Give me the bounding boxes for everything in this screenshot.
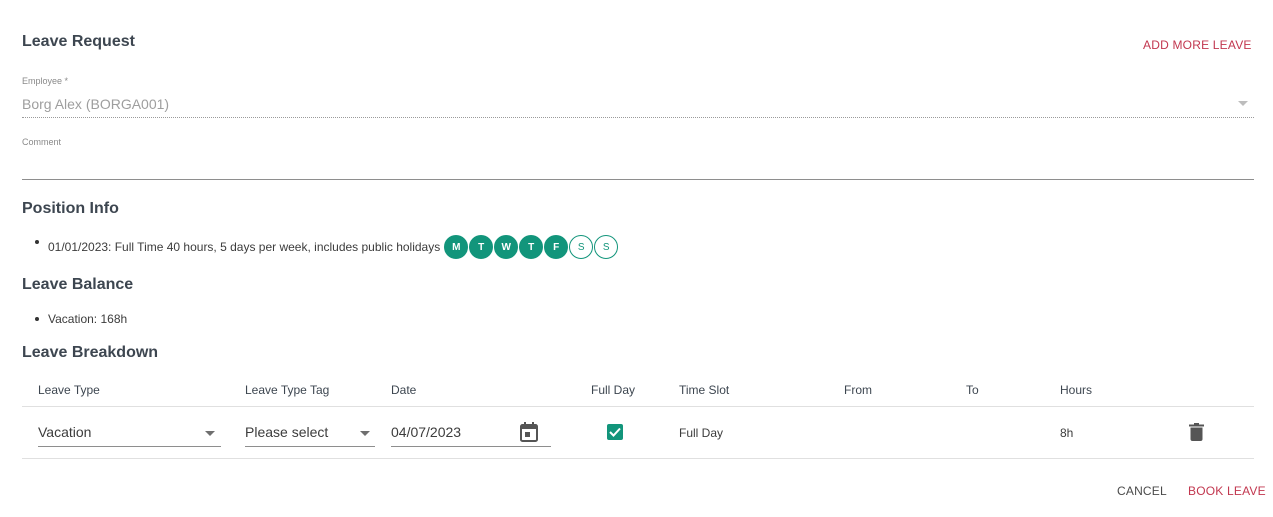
column-header-time-slot: Time Slot <box>679 383 730 397</box>
position-info-item: 01/01/2023: Full Time 40 hours, 5 days p… <box>35 235 619 259</box>
day-badge: F <box>544 235 569 259</box>
page-title: Leave Request <box>22 33 135 50</box>
position-info-title: Position Info <box>22 200 119 217</box>
column-header-full-day: Full Day <box>591 383 636 397</box>
leave-balance-text: Vacation: 168h <box>48 312 128 326</box>
leave-type-select[interactable]: Vacation <box>38 424 221 447</box>
check-icon <box>609 427 621 437</box>
position-info-text: 01/01/2023: Full Time 40 hours, 5 days p… <box>48 240 441 254</box>
day-badge: T <box>469 235 494 259</box>
day-badge: S <box>594 235 619 259</box>
date-value: 04/07/2023 <box>391 424 462 440</box>
day-badge: W <box>494 235 519 259</box>
table-header-divider <box>22 406 1254 407</box>
day-badge: S <box>569 235 594 259</box>
comment-input[interactable] <box>22 150 1254 178</box>
time-slot-value: Full Day <box>679 426 724 440</box>
book-leave-button[interactable]: BOOK LEAVE <box>1188 484 1266 498</box>
day-badge: M <box>444 235 469 259</box>
leave-balance-title: Leave Balance <box>22 276 134 293</box>
comment-label: Comment <box>22 137 62 147</box>
work-days: M T W T F S S <box>444 235 619 259</box>
column-header-hours: Hours <box>1060 383 1093 397</box>
employee-underline <box>22 117 1254 118</box>
chevron-down-icon <box>1238 101 1248 106</box>
leave-request-form: Leave Request ADD MORE LEAVE Employee * … <box>0 0 1273 517</box>
column-header-leave-type-tag: Leave Type Tag <box>245 383 330 397</box>
column-header-to: To <box>966 383 979 397</box>
table-row-divider <box>22 458 1254 459</box>
employee-value: Borg Alex (BORGA001) <box>22 96 170 112</box>
leave-type-tag-value: Please select <box>245 424 329 440</box>
column-header-from: From <box>844 383 872 397</box>
leave-breakdown-title: Leave Breakdown <box>22 344 159 361</box>
leave-type-tag-select[interactable]: Please select <box>245 424 375 447</box>
column-header-leave-type: Leave Type <box>38 383 100 397</box>
leave-type-value: Vacation <box>38 424 92 440</box>
bullet <box>35 240 39 244</box>
cancel-button[interactable]: CANCEL <box>1117 484 1167 498</box>
leave-balance-item: Vacation: 168h <box>35 312 128 326</box>
employee-label: Employee * <box>22 76 69 86</box>
full-day-checkbox[interactable] <box>607 424 623 440</box>
add-more-leave-button[interactable]: ADD MORE LEAVE <box>1143 38 1252 52</box>
chevron-down-icon <box>360 431 370 436</box>
comment-underline <box>22 179 1254 180</box>
calendar-icon[interactable] <box>520 422 538 442</box>
column-header-date: Date <box>391 383 417 397</box>
trash-icon[interactable] <box>1189 423 1204 441</box>
day-badge: T <box>519 235 544 259</box>
date-input[interactable]: 04/07/2023 <box>391 422 551 447</box>
chevron-down-icon <box>205 431 215 436</box>
hours-value: 8h <box>1060 426 1074 440</box>
bullet <box>35 317 39 321</box>
